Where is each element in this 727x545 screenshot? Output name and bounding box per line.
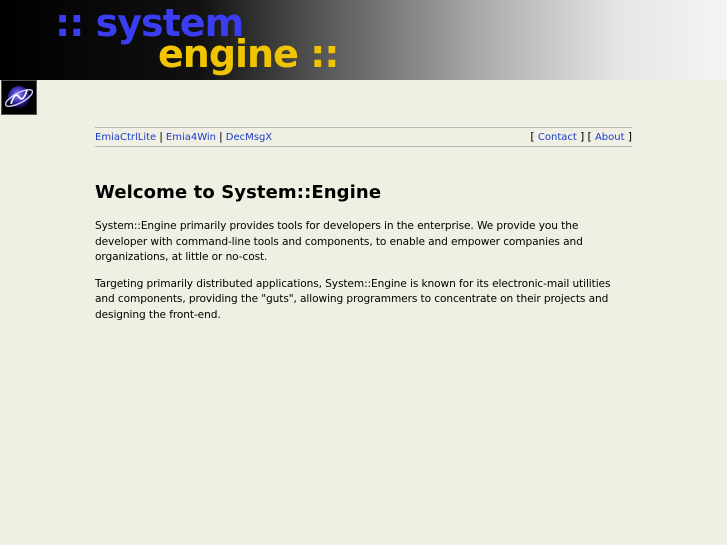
site-banner: :: system engine :: [0, 0, 727, 80]
nav-link-decmsgx[interactable]: DecMsgX [226, 132, 272, 143]
targeting-paragraph: Targeting primarily distributed applicat… [95, 277, 611, 321]
nav-bracket: [ [530, 130, 535, 143]
nav-right-links: [ Contact ] [ About ] [530, 128, 632, 147]
page-title: Welcome to System::Engine [95, 182, 382, 203]
intro-paragraph: System::Engine primarily provides tools … [95, 220, 583, 263]
nav-link-emiactrllite[interactable]: EmiaCtrlLite [95, 132, 156, 143]
nav-bracket: [ [587, 130, 592, 143]
content-area: EmiaCtrlLite | Emia4Win | DecMsgX [ Contact … [95, 127, 632, 334]
nav-link-contact[interactable]: Contact [538, 132, 577, 143]
banner-title-line2: engine :: [158, 32, 339, 76]
nav-bracket: ] [627, 130, 632, 143]
nav-link-emia4win[interactable]: Emia4Win [166, 132, 216, 143]
nav-bar: EmiaCtrlLite | Emia4Win | DecMsgX [ Contact … [95, 127, 632, 147]
site-logo-icon[interactable] [1, 80, 37, 115]
nav-bracket: ] [579, 130, 585, 143]
nav-link-about[interactable]: About [595, 132, 625, 143]
nav-separator: | [219, 130, 223, 143]
nav-separator: | [159, 130, 163, 143]
nav-left-links: EmiaCtrlLite | Emia4Win | DecMsgX [95, 128, 272, 147]
